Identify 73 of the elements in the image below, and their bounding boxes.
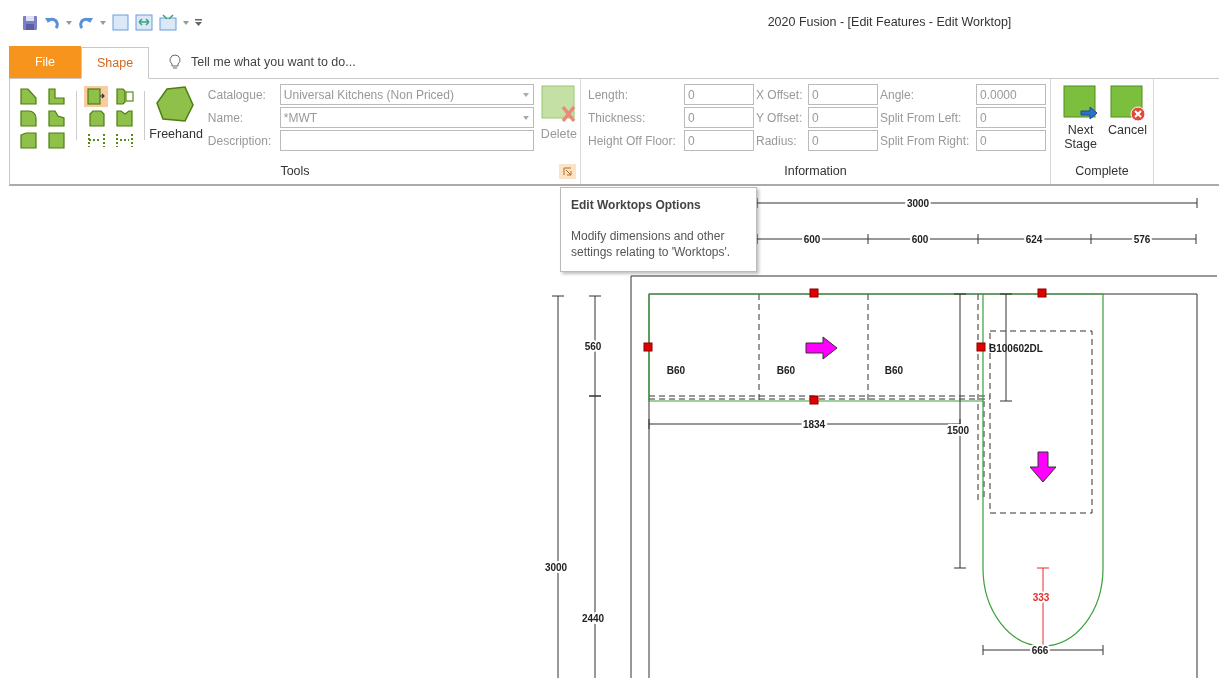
resize-handle[interactable] bbox=[809, 395, 819, 405]
field-label: Split From Right: bbox=[880, 132, 971, 150]
freehand-button[interactable]: Freehand bbox=[146, 83, 206, 162]
cabinet-label: B60 bbox=[884, 365, 904, 376]
dimension-label: 624 bbox=[1025, 234, 1043, 245]
arrows-icon[interactable] bbox=[135, 14, 153, 31]
field-label: X Offset: bbox=[756, 86, 804, 104]
caret-icon[interactable] bbox=[66, 20, 72, 25]
field-label: Y Offset: bbox=[756, 109, 804, 127]
dimension-label: 2440 bbox=[581, 613, 605, 624]
input-field[interactable]: 0 bbox=[684, 84, 754, 105]
input-field[interactable]: 0 bbox=[684, 107, 754, 128]
tooltip-text: Modify dimensions and other settings relating to 'Worktops'. bbox=[571, 228, 732, 261]
field-label: Length: bbox=[588, 86, 630, 104]
caret-icon[interactable] bbox=[183, 20, 189, 25]
next-stage-button[interactable]: Next Stage bbox=[1061, 83, 1101, 162]
field-label: Split From Left: bbox=[880, 109, 963, 127]
dimension-label: 600 bbox=[803, 234, 821, 245]
field-label: Thickness: bbox=[588, 109, 647, 127]
dimension-label: 560 bbox=[584, 341, 602, 352]
dimension-label: 3000 bbox=[906, 198, 930, 209]
caret-icon[interactable] bbox=[522, 116, 529, 120]
field-label: Radius: bbox=[756, 132, 798, 150]
field-label: Catalogue: bbox=[207, 86, 267, 104]
file-tab[interactable]: File bbox=[9, 46, 81, 78]
dimension-label: 333 bbox=[1032, 592, 1050, 603]
input-field[interactable] bbox=[279, 130, 534, 151]
dropdown-field[interactable]: Universal Kitchens (Non Priced) bbox=[279, 84, 534, 105]
cabinet-label: B60 bbox=[666, 365, 686, 376]
dimension-label: 576 bbox=[1133, 234, 1151, 245]
next-icon[interactable] bbox=[1062, 85, 1099, 123]
cancel-icon[interactable] bbox=[1109, 85, 1146, 123]
dimension-label: 666 bbox=[1031, 645, 1049, 656]
field-label: Height Off Floor: bbox=[588, 132, 677, 150]
input-field[interactable]: 0 bbox=[976, 130, 1046, 151]
input-field[interactable]: 0 bbox=[808, 107, 878, 128]
cabinet-label: B100602DL bbox=[989, 343, 1043, 354]
input-field[interactable]: 0 bbox=[976, 107, 1046, 128]
resize-handle[interactable] bbox=[809, 288, 819, 298]
group-label: Complete bbox=[1074, 163, 1130, 180]
dimension-label: 1500 bbox=[946, 425, 970, 436]
field-label: Description: bbox=[207, 132, 273, 150]
direction-arrow bbox=[1029, 451, 1057, 483]
group-label: Tools bbox=[279, 163, 311, 180]
compress-icon[interactable] bbox=[159, 14, 177, 31]
cancel-button[interactable]: Cancel bbox=[1108, 83, 1147, 162]
input-field[interactable]: 0 bbox=[684, 130, 754, 151]
field-label: Angle: bbox=[880, 86, 916, 104]
group-label: Information bbox=[783, 163, 848, 180]
lightbulb-icon bbox=[169, 54, 181, 70]
delete-icon bbox=[540, 85, 577, 125]
customize-icon[interactable] bbox=[195, 18, 202, 27]
dimension-label: 600 bbox=[911, 234, 929, 245]
direction-arrow bbox=[805, 336, 838, 360]
save-icon[interactable] bbox=[22, 14, 38, 31]
launcher-icon[interactable] bbox=[563, 167, 572, 176]
cabinet-label: B60 bbox=[776, 365, 796, 376]
input-field[interactable]: 0 bbox=[808, 130, 878, 151]
resize-handle[interactable] bbox=[1037, 288, 1047, 298]
dimension-label: 1834 bbox=[802, 419, 826, 430]
dimension-label: 3000 bbox=[544, 562, 568, 573]
window-title: 2020 Fusion - [Edit Features - Edit Worktop] bbox=[766, 14, 1013, 32]
resize-handle[interactable] bbox=[976, 342, 986, 352]
tooltip-title: Edit Worktops Options bbox=[571, 197, 702, 214]
field-label: Name: bbox=[207, 109, 245, 127]
caret-icon[interactable] bbox=[522, 93, 529, 97]
resize-handle[interactable] bbox=[643, 342, 653, 352]
caret-icon[interactable] bbox=[100, 20, 106, 25]
input-field[interactable]: 0 bbox=[808, 84, 878, 105]
ribbon-tab[interactable]: Shape bbox=[81, 47, 149, 79]
dropdown-field[interactable]: *MWT bbox=[279, 107, 534, 128]
input-field[interactable]: 0.0000 bbox=[976, 84, 1046, 105]
dialog-launcher-button[interactable] bbox=[559, 164, 576, 179]
